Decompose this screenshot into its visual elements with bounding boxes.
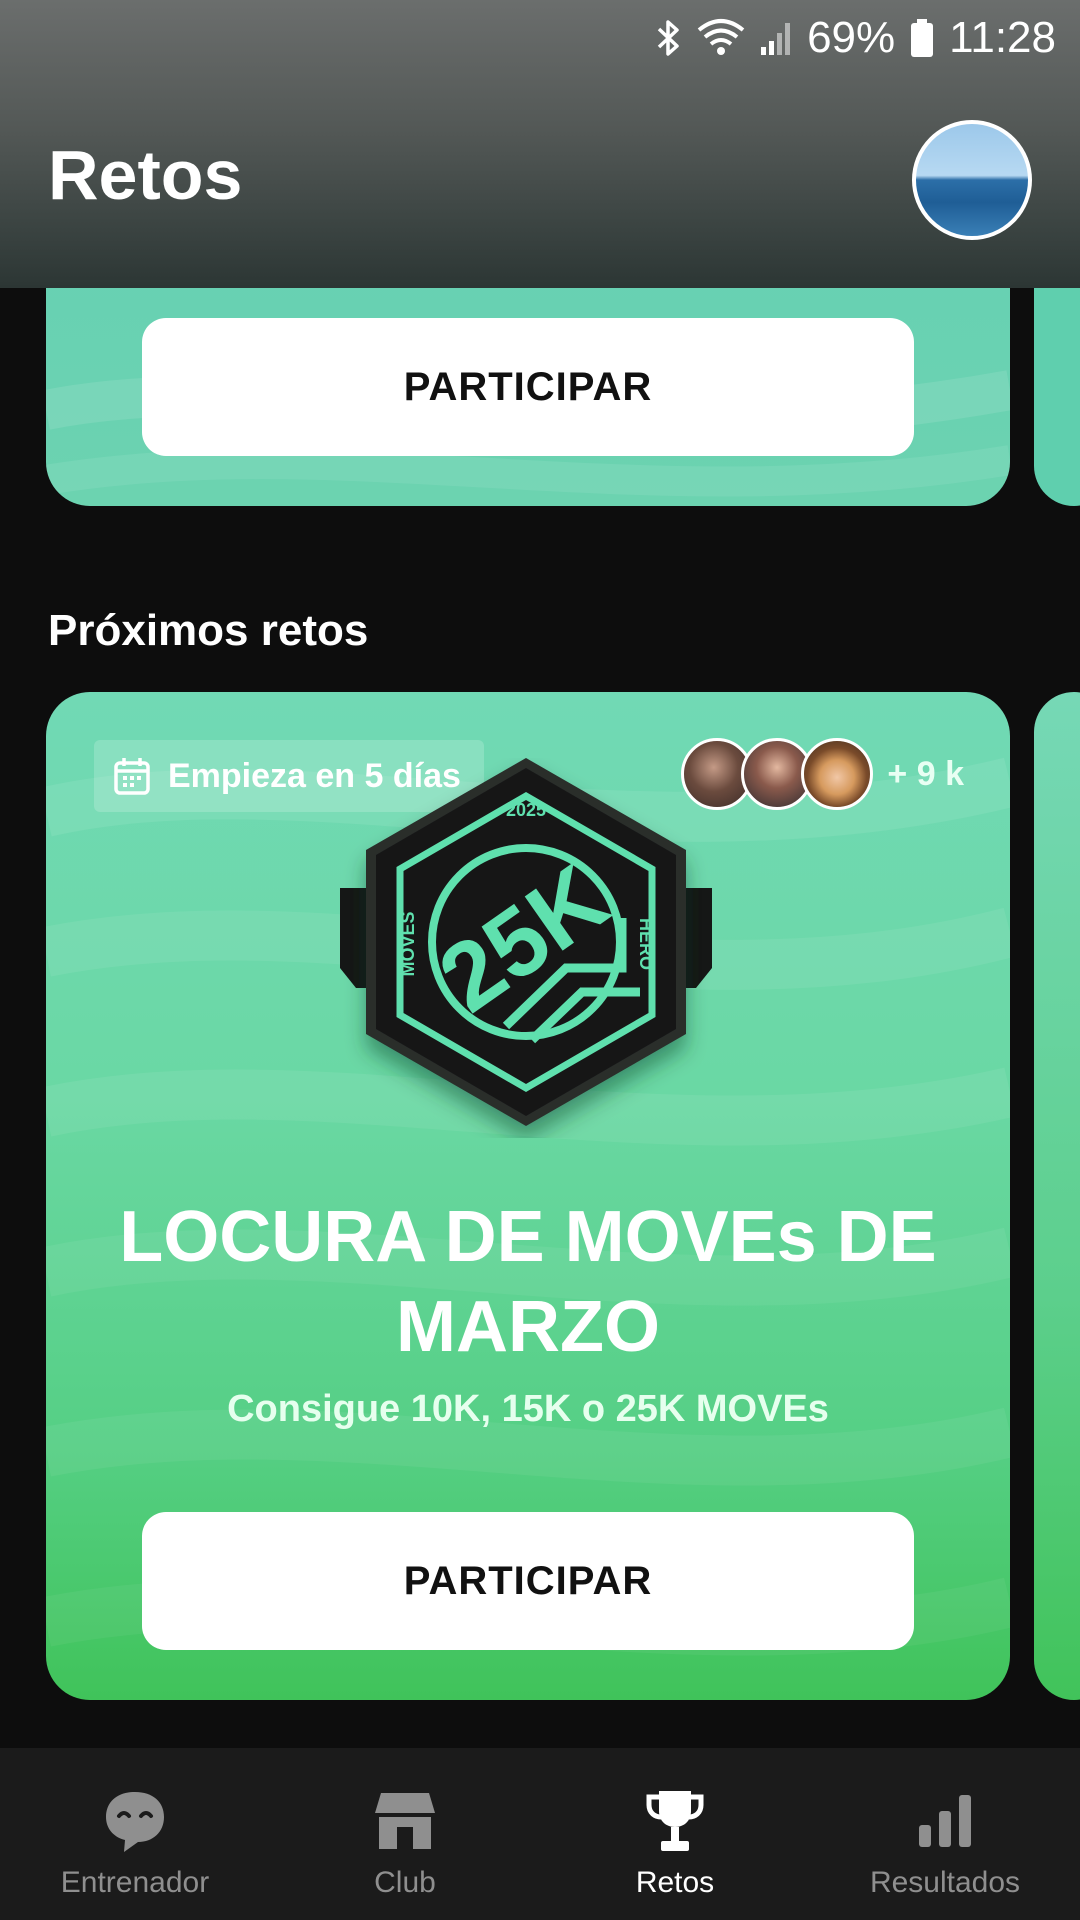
badge-right-text: HERO xyxy=(636,918,656,970)
profile-avatar[interactable] xyxy=(912,120,1032,240)
badge-left-text: MOVES xyxy=(398,911,418,976)
wifi-icon xyxy=(697,18,745,58)
signal-icon xyxy=(759,19,793,57)
clock: 11:28 xyxy=(949,13,1056,62)
nav-label: Club xyxy=(374,1866,436,1899)
challenge-card-next-peek[interactable] xyxy=(1034,692,1080,1700)
section-title-proximos-retos: Próximos retos xyxy=(48,606,369,655)
participar-button[interactable]: PARTICIPAR xyxy=(142,318,914,456)
nav-label: Resultados xyxy=(869,1866,1021,1899)
screen: PARTICIPAR Próximos retos Empieza en 5 d… xyxy=(0,0,1080,1920)
nav-label: Retos xyxy=(635,1866,715,1899)
challenge-subtitle: Consigue 10K, 15K o 25K MOVEs xyxy=(227,1388,829,1430)
participar-button[interactable]: PARTICIPAR xyxy=(142,1512,914,1650)
calendar-icon xyxy=(114,757,150,795)
battery-percentage: 69% xyxy=(807,13,896,62)
nav-item-club[interactable]: Club xyxy=(270,1748,540,1920)
challenge-title: LOCURA DE MOVEs DE MARZO xyxy=(119,1197,937,1367)
nav-item-resultados[interactable]: Resultados xyxy=(810,1748,1080,1920)
nav-item-entrenador[interactable]: Entrenador xyxy=(0,1748,270,1920)
header: 69% 11:28 Retos xyxy=(0,0,1080,288)
bluetooth-icon xyxy=(655,18,683,58)
chat-face-icon xyxy=(100,1786,170,1856)
store-icon xyxy=(370,1786,440,1856)
trophy-icon xyxy=(640,1786,710,1856)
challenge-card-upcoming[interactable]: Empieza en 5 días + 9 k 2025 25K MOVES H… xyxy=(46,692,1010,1700)
bottom-navigation: Entrenador Club Retos Resultados xyxy=(0,1748,1080,1920)
battery-icon xyxy=(909,18,935,58)
badge-year-text: 2025 xyxy=(506,800,546,820)
nav-item-retos[interactable]: Retos xyxy=(540,1748,810,1920)
participants-group: + 9 k xyxy=(681,738,964,810)
bar-chart-icon xyxy=(910,1786,980,1856)
challenge-badge-image: 2025 25K MOVES HERO xyxy=(340,758,712,1126)
participants-count: + 9 k xyxy=(887,754,964,793)
nav-label: Entrenador xyxy=(60,1866,210,1899)
participant-avatar xyxy=(801,738,874,810)
page-title: Retos xyxy=(48,136,243,214)
status-bar: 69% 11:28 xyxy=(655,10,1056,66)
